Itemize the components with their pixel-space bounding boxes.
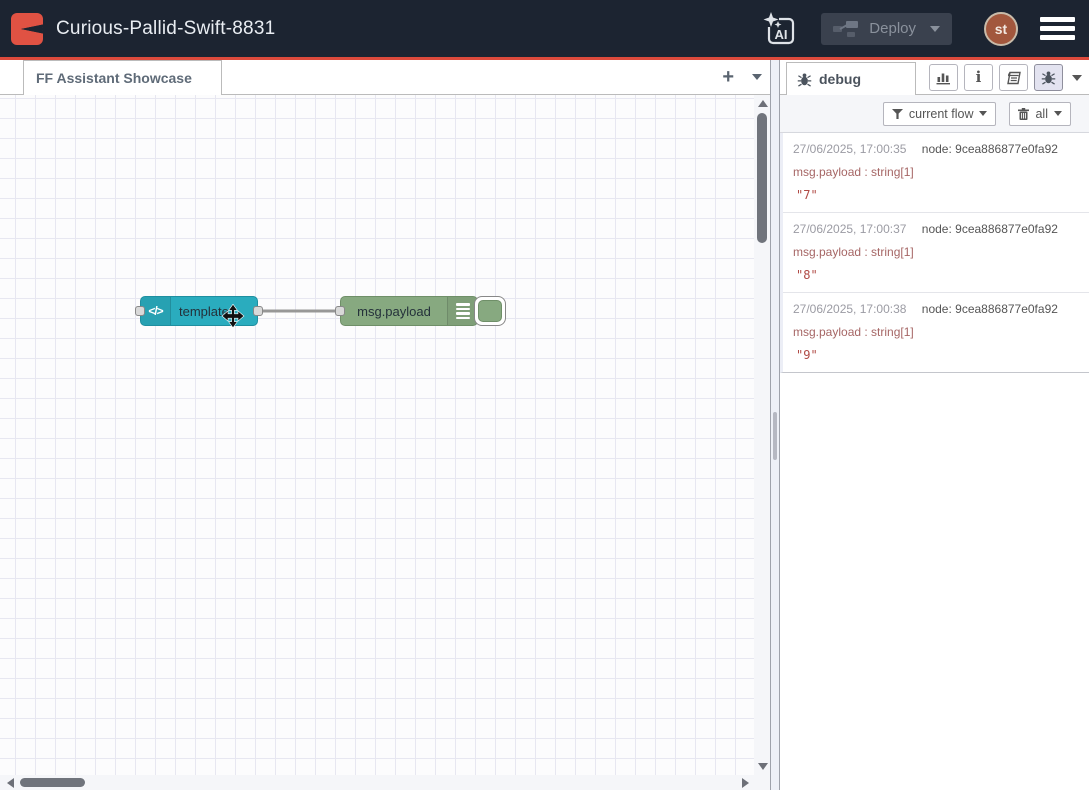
clear-caret-icon <box>1054 111 1062 116</box>
app-title: Curious-Pallid-Swift-8831 <box>56 18 275 40</box>
info-tab-button[interactable]: i <box>964 64 993 91</box>
deploy-button[interactable]: Deploy <box>821 13 952 45</box>
header-bar: Curious-Pallid-Swift-8831 AI Deploy st <box>0 0 1089 57</box>
sidebar-empty-area <box>780 373 1089 790</box>
book-icon <box>1006 71 1022 85</box>
flow-tabstrip: FF Assistant Showcase + <box>0 60 770 95</box>
scroll-up-arrow-icon[interactable] <box>758 100 768 107</box>
scroll-down-arrow-icon[interactable] <box>758 763 768 770</box>
workspace: FF Assistant Showcase + </> t <box>0 60 770 790</box>
debug-toolbar: current flow all <box>780 95 1089 133</box>
debug-clear-label: all <box>1035 107 1048 121</box>
debug-message[interactable]: 27/06/2025, 17:00:38 node: 9cea886877e0f… <box>783 293 1089 372</box>
flow-list-caret-icon[interactable] <box>752 74 762 80</box>
scroll-right-arrow-icon[interactable] <box>742 778 749 788</box>
message-node-id: node: 9cea886877e0fa92 <box>922 142 1058 156</box>
bug-icon <box>797 72 812 87</box>
filter-funnel-icon <box>892 109 903 119</box>
deploy-nodes-icon <box>833 20 859 38</box>
node-debug[interactable]: msg.payload <box>340 296 478 326</box>
debug-filter-button[interactable]: current flow <box>883 102 997 126</box>
debug-clear-button[interactable]: all <box>1009 102 1071 126</box>
svg-text:AI: AI <box>775 27 788 42</box>
template-input-port[interactable] <box>135 306 145 316</box>
add-flow-button[interactable]: + <box>722 67 734 87</box>
ai-sparkle-icon: AI <box>759 9 799 49</box>
sidebar-tab-debug-label: debug <box>819 71 861 87</box>
message-timestamp: 27/06/2025, 17:00:35 <box>793 142 906 156</box>
sidebar: debug i <box>780 60 1089 790</box>
node-red-app: Curious-Pallid-Swift-8831 AI Deploy st <box>0 0 1089 790</box>
debug-message[interactable]: 27/06/2025, 17:00:37 node: 9cea886877e0f… <box>783 213 1089 293</box>
sidebar-splitter[interactable] <box>770 60 780 790</box>
hamburger-icon <box>1040 17 1075 22</box>
message-node-id: node: 9cea886877e0fa92 <box>922 302 1058 316</box>
vertical-scroll-thumb[interactable] <box>757 113 767 243</box>
scroll-left-arrow-icon[interactable] <box>7 778 14 788</box>
debug-list-icon <box>447 297 477 325</box>
message-property[interactable]: msg.payload : string[1] <box>793 325 1079 339</box>
flow-tab-label: FF Assistant Showcase <box>36 70 192 86</box>
canvas-horizontal-scrollbar[interactable] <box>0 775 770 790</box>
message-timestamp: 27/06/2025, 17:00:37 <box>793 222 906 236</box>
splitter-grip[interactable] <box>773 412 777 460</box>
message-value[interactable]: "9" <box>793 348 1079 362</box>
bug-icon <box>1041 70 1056 85</box>
user-avatar[interactable]: st <box>984 12 1018 46</box>
deploy-label: Deploy <box>869 20 916 37</box>
sidebar-tab-debug[interactable]: debug <box>786 62 916 95</box>
node-template-label: template <box>171 304 257 319</box>
flowfuse-logo[interactable] <box>10 12 44 46</box>
sidebar-header: debug i <box>780 60 1089 95</box>
debug-message[interactable]: 27/06/2025, 17:00:35 node: 9cea886877e0f… <box>783 133 1089 213</box>
message-property[interactable]: msg.payload : string[1] <box>793 245 1079 259</box>
deploy-caret-icon[interactable] <box>930 26 940 32</box>
canvas-vertical-scrollbar[interactable] <box>754 95 770 775</box>
debug-filter-label: current flow <box>909 107 974 121</box>
debug-tab-button[interactable] <box>1034 64 1063 91</box>
sidebar-menu-caret-icon[interactable] <box>1072 75 1082 81</box>
info-icon: i <box>976 70 982 85</box>
trash-icon <box>1018 108 1029 120</box>
bar-chart-icon <box>936 71 951 85</box>
main-menu-button[interactable] <box>1040 17 1075 40</box>
horizontal-scroll-thumb[interactable] <box>20 778 85 787</box>
debug-message-list: 27/06/2025, 17:00:35 node: 9cea886877e0f… <box>780 133 1089 373</box>
node-template[interactable]: </> template <box>140 296 258 326</box>
dashboard-tab-button[interactable] <box>929 64 958 91</box>
template-icon: </> <box>141 297 171 325</box>
debug-enable-toggle[interactable] <box>474 296 506 326</box>
filter-caret-icon <box>979 111 987 116</box>
flow-tab-active[interactable]: FF Assistant Showcase <box>23 60 222 95</box>
node-debug-label: msg.payload <box>341 304 447 319</box>
message-timestamp: 27/06/2025, 17:00:38 <box>793 302 906 316</box>
flow-canvas[interactable]: </> template msg.payload <box>0 95 754 775</box>
debug-input-port[interactable] <box>335 306 345 316</box>
message-property[interactable]: msg.payload : string[1] <box>793 165 1079 179</box>
template-output-port[interactable] <box>253 306 263 316</box>
message-value[interactable]: "7" <box>793 188 1079 202</box>
ai-assistant-button[interactable]: AI <box>759 9 799 49</box>
wire-layer <box>0 95 754 775</box>
message-node-id: node: 9cea886877e0fa92 <box>922 222 1058 236</box>
message-value[interactable]: "8" <box>793 268 1079 282</box>
context-tab-button[interactable] <box>999 64 1028 91</box>
